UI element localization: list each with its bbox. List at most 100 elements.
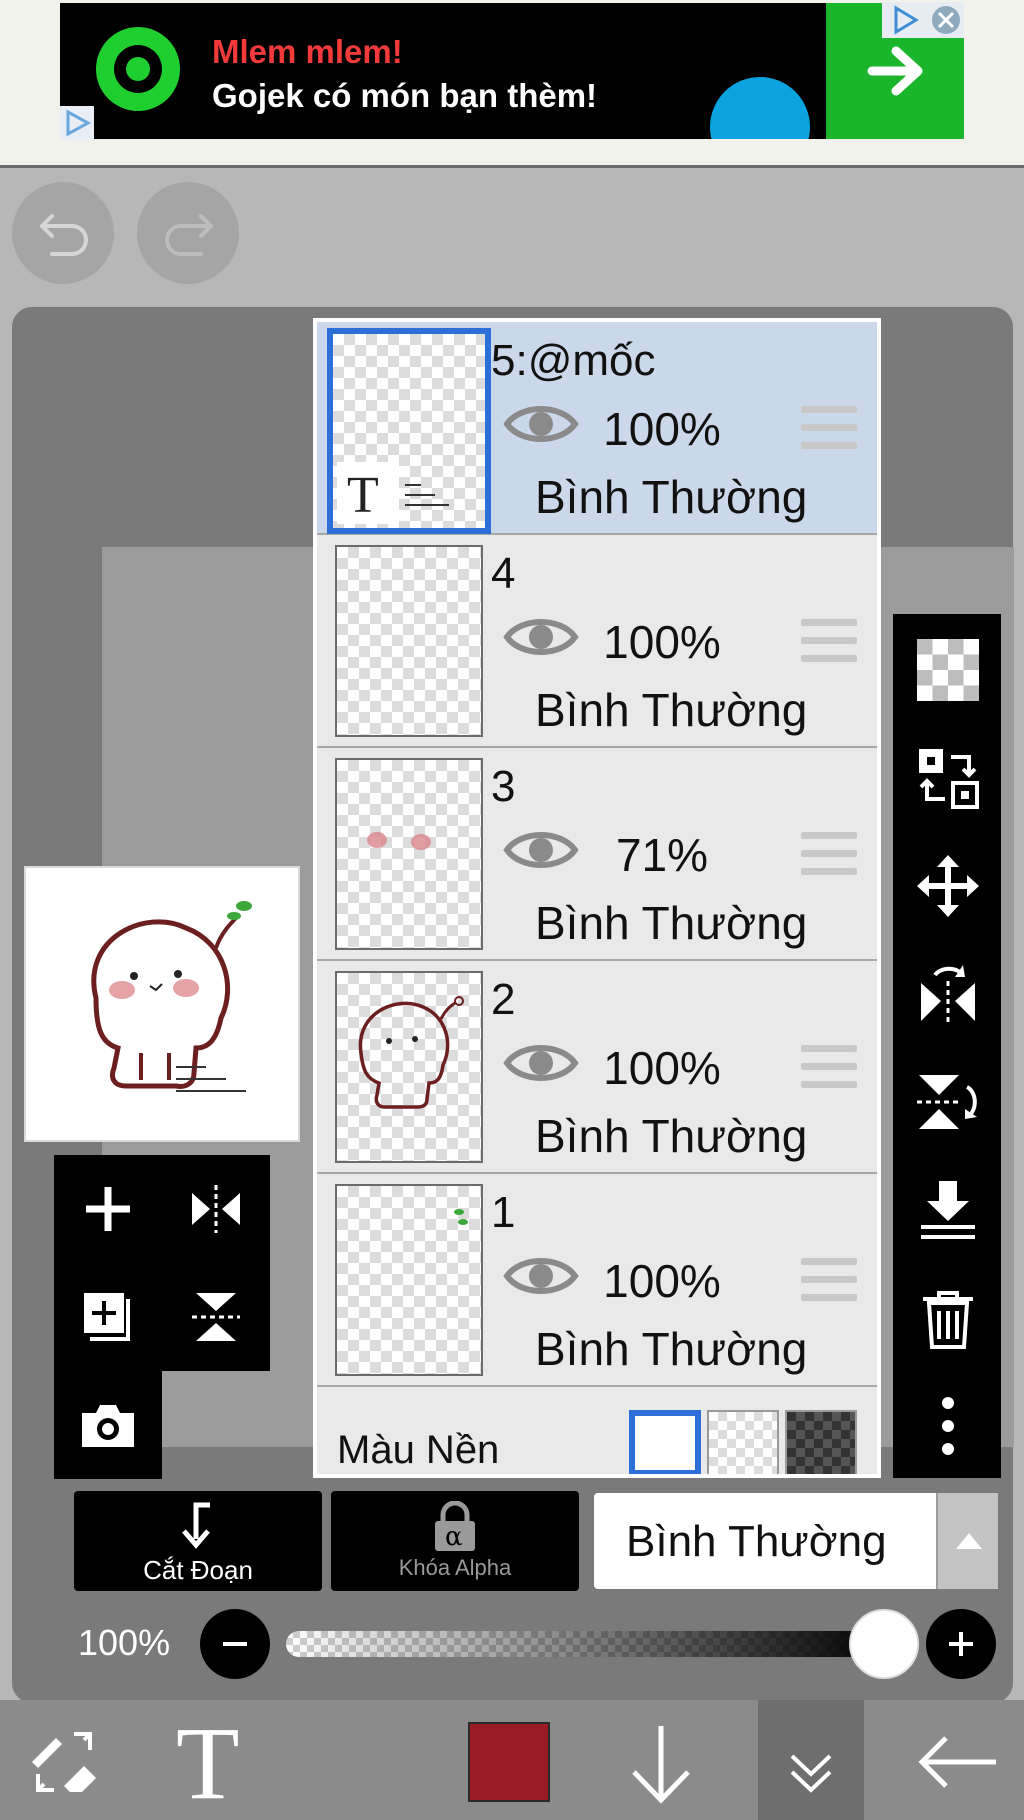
opacity-increase-button[interactable] (926, 1609, 996, 1679)
clipping-arrow-icon (182, 1502, 210, 1549)
move-icon (917, 855, 979, 917)
drag-handle-icon[interactable] (801, 1258, 857, 1302)
navigator-preview[interactable] (24, 866, 300, 1142)
flip-horizontal-icon (192, 1185, 240, 1233)
flip-vertical-icon (192, 1293, 240, 1341)
layer-row-1[interactable]: 1 100% Bình Thường (317, 1174, 877, 1387)
flip-canvas-vertical-button[interactable] (893, 1046, 1001, 1156)
ad-choices-icon[interactable] (882, 2, 964, 38)
pen-eraser-button[interactable] (20, 1700, 110, 1820)
trash-icon (923, 1291, 973, 1349)
swap-layers-icon (919, 749, 979, 809)
layer-opacity[interactable]: 71% (587, 828, 737, 882)
ad-subline: Gojek có món bạn thèm! (212, 77, 598, 114)
opacity-slider-knob[interactable] (849, 1609, 919, 1679)
layer-thumbnail[interactable] (335, 758, 483, 950)
blend-mode-value: Bình Thường (626, 1517, 887, 1566)
layer-name: 3 (491, 762, 516, 811)
layer-row-3[interactable]: 3 71% Bình Thường (317, 748, 877, 961)
undo-button[interactable] (12, 182, 114, 284)
visibility-eye-icon[interactable] (503, 1037, 579, 1089)
lineart-layer-preview (358, 996, 464, 1109)
back-button[interactable] (908, 1700, 1008, 1820)
background-color-row: Màu Nền (317, 1388, 877, 1474)
ad-banner[interactable]: Mlem mlem! Gojek có món bạn thèm! (60, 3, 964, 139)
swap-layers-button[interactable] (893, 722, 1001, 832)
flip-horizontal-icon (921, 965, 975, 1025)
move-button[interactable] (893, 830, 1001, 940)
alpha-glyph: α (445, 1522, 463, 1552)
layer-thumbnail[interactable] (335, 545, 483, 737)
gojek-logo (96, 27, 180, 111)
merge-down-button[interactable] (893, 1154, 1001, 1264)
transparency-button[interactable] (893, 614, 1001, 724)
layer-name: 2 (491, 975, 516, 1024)
alpha-lock-label: Khóa Alpha (398, 1555, 512, 1580)
layer-thumbnail[interactable]: T (327, 328, 491, 534)
alpha-lock-button[interactable]: α Khóa Alpha (331, 1491, 579, 1591)
opacity-decrease-button[interactable] (200, 1609, 270, 1679)
layer-name: 1 (491, 1188, 516, 1237)
ad-headline: Mlem mlem! (212, 33, 403, 70)
bottom-toolbar: T (0, 1700, 1024, 1820)
layer-opacity[interactable]: 100% (587, 1254, 737, 1308)
visibility-eye-icon[interactable] (503, 824, 579, 876)
layer-row-5[interactable]: T 5:@mốc 100% Bình Thường (317, 322, 877, 535)
collapse-icon (790, 1754, 832, 1793)
more-icon (942, 1397, 954, 1455)
flip-vertical-icon (917, 1075, 977, 1129)
redo-icon (165, 214, 213, 256)
layer-opacity[interactable]: 100% (587, 402, 737, 456)
layer-row-2[interactable]: 2 100% Bình Thường (317, 961, 877, 1174)
add-layer-button[interactable] (54, 1155, 162, 1263)
layer-name: 4 (491, 549, 516, 598)
background-label: Màu Nền (337, 1428, 500, 1472)
visibility-eye-icon[interactable] (503, 398, 579, 450)
layer-blend-mode: Bình Thường (535, 471, 808, 523)
layer-thumbnail[interactable] (335, 1184, 483, 1376)
flip-layer-horizontal-button[interactable] (162, 1155, 270, 1263)
layer-thumbnail[interactable] (335, 971, 483, 1163)
collapse-button[interactable] (758, 1700, 864, 1820)
flip-layer-vertical-button[interactable] (162, 1263, 270, 1371)
blend-mode-select[interactable]: Bình Thường (594, 1493, 998, 1589)
background-transparent-swatch[interactable] (707, 1410, 779, 1474)
camera-icon (82, 1405, 134, 1447)
text-layer-preview: T (337, 462, 449, 524)
drag-handle-icon[interactable] (801, 406, 857, 450)
ad-info-icon[interactable] (60, 106, 94, 140)
drag-handle-icon[interactable] (801, 619, 857, 663)
visibility-eye-icon[interactable] (503, 611, 579, 663)
opacity-slider-track[interactable] (286, 1631, 886, 1657)
visibility-eye-icon[interactable] (503, 1250, 579, 1302)
background-dark-swatch[interactable] (785, 1410, 857, 1474)
chevron-up-icon (956, 1533, 982, 1549)
drag-handle-icon[interactable] (801, 832, 857, 876)
thumb-t-glyph: T (347, 467, 379, 524)
camera-import-button[interactable] (54, 1371, 162, 1479)
transparency-icon (917, 639, 979, 701)
clipping-button[interactable]: Cắt Đoạn (74, 1491, 322, 1591)
layer-opacity[interactable]: 100% (587, 1041, 737, 1095)
delete-layer-button[interactable] (893, 1262, 1001, 1372)
layer-tools-right (893, 614, 1001, 1478)
layer-down-button[interactable] (620, 1700, 700, 1820)
background-white-swatch[interactable] (629, 1410, 701, 1474)
current-color-swatch[interactable] (468, 1722, 550, 1802)
layer-name: 5:@mốc (491, 336, 656, 385)
more-options-button[interactable] (893, 1370, 1001, 1480)
drag-handle-icon[interactable] (801, 1045, 857, 1089)
text-tool-button[interactable]: T (170, 1700, 260, 1820)
duplicate-layer-button[interactable] (54, 1263, 162, 1371)
flip-canvas-horizontal-button[interactable] (893, 938, 1001, 1048)
layer-row-4[interactable]: 4 100% Bình Thường (317, 535, 877, 748)
clipping-label: Cắt Đoạn (143, 1555, 253, 1585)
layer-opacity[interactable]: 100% (587, 615, 737, 669)
pen-eraser-icon (32, 1732, 96, 1792)
arrow-right-icon (867, 46, 923, 96)
blend-mode-arrow[interactable] (936, 1493, 998, 1589)
text-tool-icon: T (176, 1710, 240, 1810)
redo-button[interactable] (137, 182, 239, 284)
layer-blend-mode: Bình Thường (535, 897, 808, 949)
minus-icon (223, 1642, 247, 1646)
